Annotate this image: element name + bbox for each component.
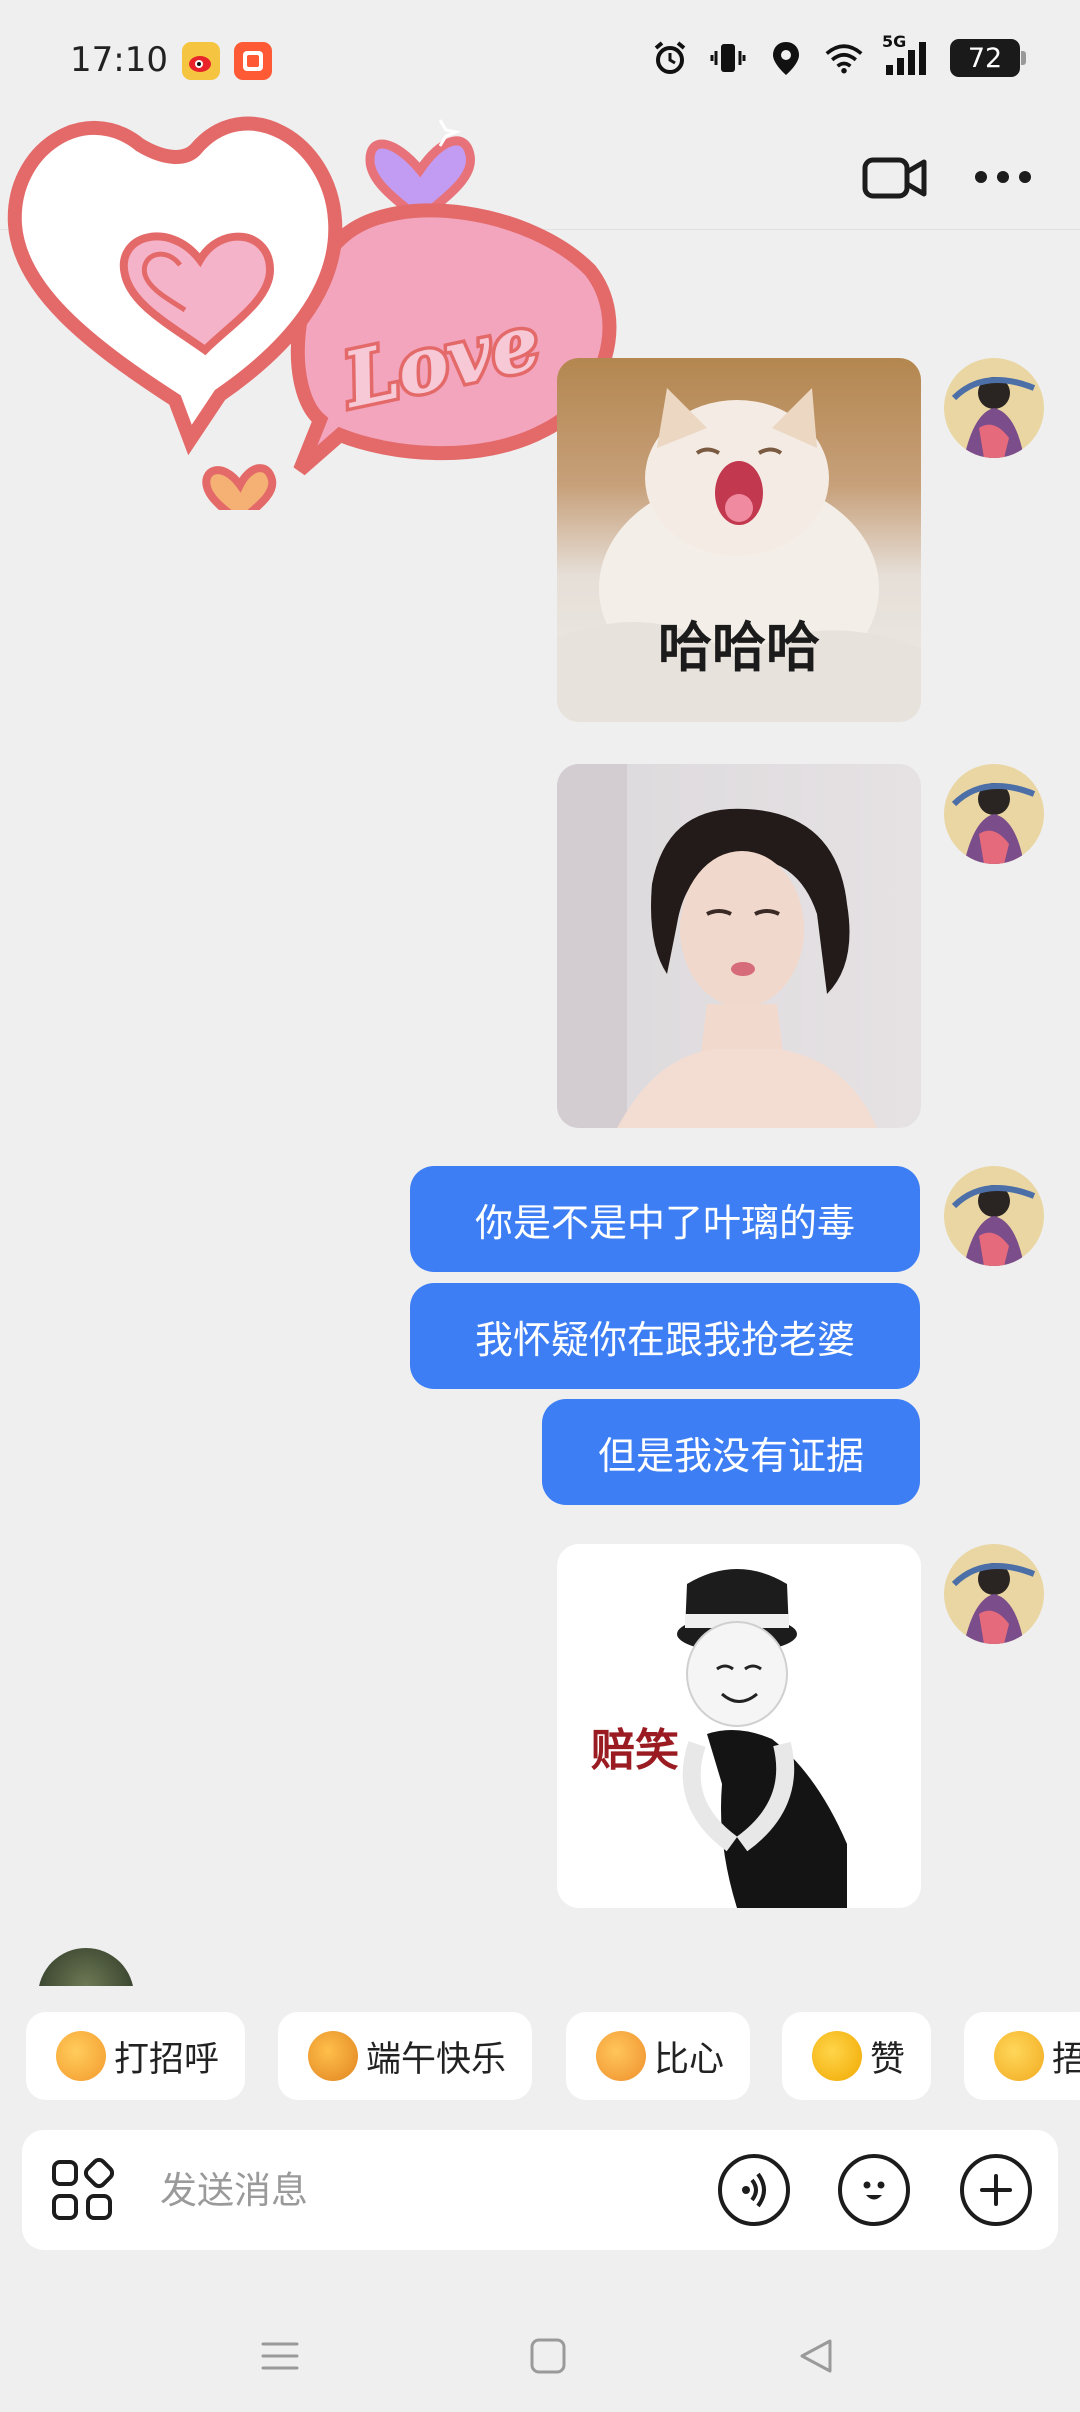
network-type: 5G: [882, 32, 907, 51]
battery-level: 72: [967, 42, 1003, 74]
partner-avatar[interactable]: [38, 1948, 134, 1986]
menu-icon: [261, 2342, 299, 2370]
plus-icon: [980, 2174, 1012, 2206]
message-bubble[interactable]: 但是我没有证据: [542, 1399, 920, 1505]
laugh-emoji-icon: [994, 2031, 1044, 2081]
more-options-button[interactable]: [968, 142, 1038, 212]
avatar[interactable]: [944, 1166, 1044, 1266]
alarm-icon: [650, 38, 690, 78]
message-bubble[interactable]: 我怀疑你在跟我抢老婆: [410, 1283, 920, 1389]
message-bubble[interactable]: 你是不是中了叶璃的毒: [410, 1166, 920, 1272]
system-nav-bar: [0, 2300, 1080, 2412]
back-triangle-icon: [800, 2339, 832, 2373]
portrait-photo[interactable]: [557, 764, 921, 1128]
location-icon: [766, 38, 806, 78]
quick-reply-laugh[interactable]: 捂: [964, 2012, 1080, 2100]
message-input-bar: [22, 2130, 1058, 2250]
more-dots-icon: [975, 171, 1031, 183]
thumbs-up-emoji-icon: [812, 2031, 862, 2081]
sticker-caption: 赔笑: [591, 1725, 679, 1776]
more-actions-button[interactable]: [960, 2154, 1032, 2226]
quick-reply-dragon-boat[interactable]: 端午快乐: [278, 2012, 533, 2100]
avatar[interactable]: [944, 1544, 1044, 1644]
sticker-caption: 哈哈哈: [658, 616, 820, 679]
vibrate-icon: [708, 38, 748, 78]
nav-home-button[interactable]: [516, 2324, 580, 2388]
grid-apps-icon: [52, 2157, 115, 2220]
apps-menu-button[interactable]: [50, 2157, 115, 2222]
voice-wave-icon: [742, 2172, 766, 2208]
nav-menu-button[interactable]: [248, 2324, 312, 2388]
quick-reply-bar: 打招呼 端午快乐 比心 赞 捂: [0, 2012, 1080, 2102]
home-square-icon: [530, 2338, 566, 2374]
wifi-icon: [824, 38, 864, 78]
message-input[interactable]: [160, 2150, 700, 2230]
smiley-icon: [863, 2181, 885, 2200]
voice-input-button[interactable]: [718, 2154, 790, 2226]
chat-screen: 17:10 5G 72 Love Love 哈哈哈 你是不是中了叶璃的毒 我怀疑…: [0, 0, 1080, 2412]
quick-reply-heart[interactable]: 比心: [566, 2012, 751, 2100]
emoji-button[interactable]: [838, 2154, 910, 2226]
nav-back-button[interactable]: [784, 2324, 848, 2388]
dragon-emoji-icon: [308, 2031, 358, 2081]
battery-icon: 72: [950, 39, 1026, 77]
wave-emoji-icon: [56, 2031, 106, 2081]
cellular-signal-icon: 5G: [882, 32, 932, 78]
video-call-button[interactable]: [860, 142, 930, 212]
quick-reply-like[interactable]: 赞: [782, 2012, 932, 2100]
system-icons: 5G 72: [650, 32, 1026, 78]
quick-reply-greet[interactable]: 打招呼: [26, 2012, 246, 2100]
avatar[interactable]: [944, 764, 1044, 864]
heart-hand-emoji-icon: [596, 2031, 646, 2081]
smile-sticker[interactable]: 赔笑: [557, 1544, 921, 1908]
love-sticker: Love Love: [0, 60, 620, 528]
avatar[interactable]: [944, 358, 1044, 458]
cat-sticker[interactable]: 哈哈哈: [557, 358, 921, 722]
video-camera-icon: [862, 157, 927, 199]
